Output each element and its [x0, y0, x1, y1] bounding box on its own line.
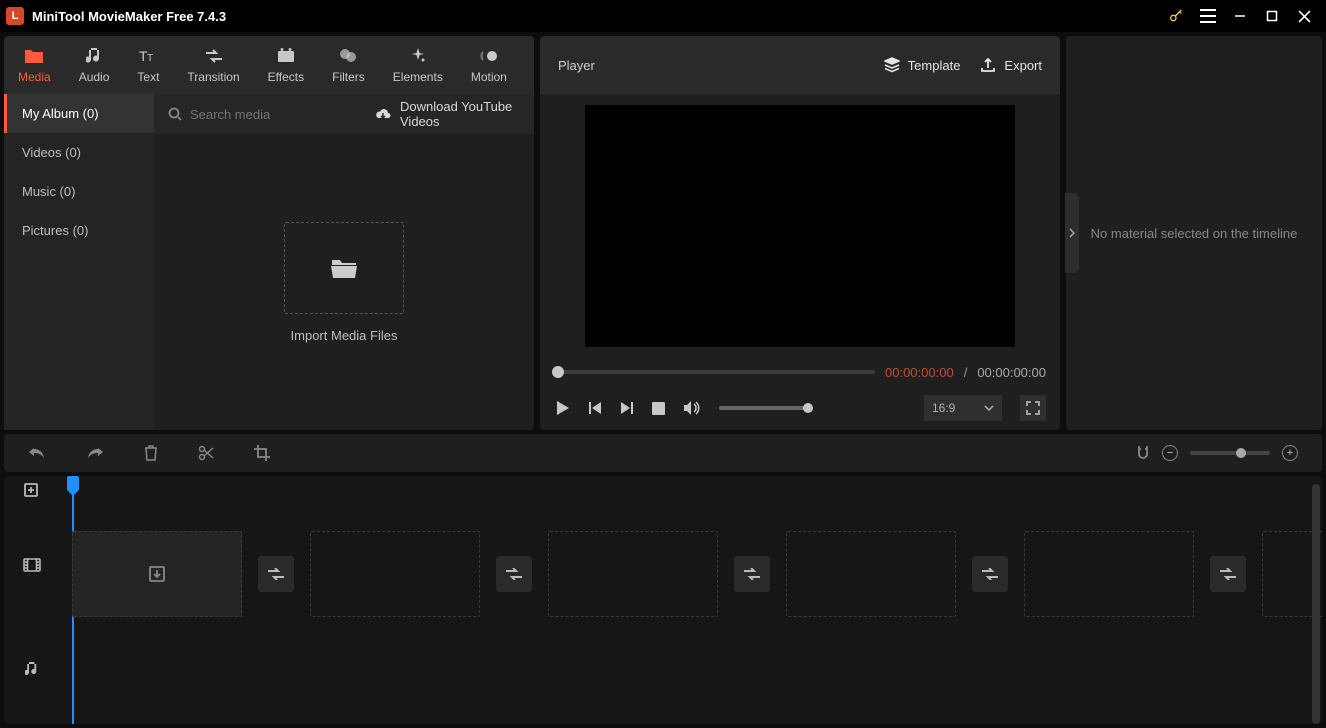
export-icon [980, 57, 996, 73]
player-panel: Player Template Export 00:00:00:00 / 00:… [540, 36, 1060, 430]
timeline-scrollbar[interactable] [1312, 484, 1320, 724]
tab-filters[interactable]: Filters [318, 36, 379, 94]
timeline [4, 476, 1322, 724]
menu-icon[interactable] [1192, 0, 1224, 32]
play-button[interactable] [554, 400, 570, 416]
filters-icon [339, 46, 357, 66]
cat-music[interactable]: Music (0) [4, 172, 154, 211]
transition-slot[interactable] [734, 556, 770, 592]
tab-effects[interactable]: Effects [254, 36, 318, 94]
transition-slot[interactable] [1210, 556, 1246, 592]
timecode-current: 00:00:00:00 [885, 365, 954, 380]
chevron-down-icon [984, 405, 994, 411]
main-tabs: Media Audio TT Text Transition Effects F… [4, 36, 534, 94]
svg-text:T: T [147, 53, 153, 64]
zoom-slider[interactable] [1190, 451, 1270, 455]
template-button[interactable]: Template [884, 57, 961, 73]
transition-slot[interactable] [258, 556, 294, 592]
preview-canvas[interactable] [585, 105, 1015, 347]
titlebar: L MiniTool MovieMaker Free 7.4.3 [0, 0, 1326, 32]
effects-icon [277, 46, 295, 66]
volume-button[interactable] [683, 400, 701, 416]
category-list: My Album (0) Videos (0) Music (0) Pictur… [4, 94, 154, 430]
delete-button[interactable] [144, 445, 158, 461]
fullscreen-button[interactable] [1020, 395, 1046, 421]
cloud-download-icon [374, 107, 392, 121]
zoom-out-button[interactable]: − [1162, 445, 1178, 461]
magnet-button[interactable] [1136, 445, 1150, 461]
video-track-icon [4, 506, 60, 624]
search-input[interactable] [190, 107, 366, 122]
app-title: MiniTool MovieMaker Free 7.4.3 [32, 9, 1160, 24]
motion-icon [480, 46, 498, 66]
app-logo-icon: L [6, 7, 24, 25]
timecode-total: 00:00:00:00 [977, 365, 1046, 380]
transition-icon [205, 46, 223, 66]
volume-slider[interactable] [719, 406, 809, 410]
tab-elements[interactable]: Elements [379, 36, 457, 94]
music-note-icon [86, 46, 102, 66]
cat-videos[interactable]: Videos (0) [4, 133, 154, 172]
tab-motion[interactable]: Motion [457, 36, 521, 94]
close-button[interactable] [1288, 0, 1320, 32]
download-clip-icon [148, 565, 166, 583]
next-frame-button[interactable] [620, 401, 634, 415]
transition-slot[interactable] [496, 556, 532, 592]
export-button[interactable]: Export [980, 57, 1042, 73]
cat-my-album[interactable]: My Album (0) [4, 94, 154, 133]
search-icon [168, 107, 182, 121]
clip-slot[interactable] [548, 531, 718, 617]
clip-slot[interactable] [1024, 531, 1194, 617]
preview-area [540, 94, 1060, 358]
tab-media[interactable]: Media [4, 36, 65, 94]
tab-audio[interactable]: Audio [65, 36, 124, 94]
layers-icon [884, 57, 900, 73]
crop-button[interactable] [254, 445, 270, 461]
properties-panel: No material selected on the timeline [1066, 36, 1322, 430]
tracks-area[interactable] [60, 476, 1322, 724]
sparkle-icon [410, 46, 426, 66]
undo-button[interactable] [28, 446, 46, 460]
player-title: Player [558, 58, 864, 73]
aspect-ratio-select[interactable]: 16:9 [924, 395, 1002, 421]
redo-button[interactable] [86, 446, 104, 460]
clip-slot[interactable] [310, 531, 480, 617]
timeline-toolbar: − + [4, 434, 1322, 472]
media-drop-area: Import Media Files [154, 134, 534, 430]
prev-frame-button[interactable] [588, 401, 602, 415]
transition-slot[interactable] [972, 556, 1008, 592]
zoom-in-button[interactable]: + [1282, 445, 1298, 461]
split-button[interactable] [198, 445, 214, 461]
import-label: Import Media Files [291, 328, 398, 343]
minimize-button[interactable] [1224, 0, 1256, 32]
seek-slider[interactable] [554, 370, 875, 374]
cat-pictures[interactable]: Pictures (0) [4, 211, 154, 250]
clip-slot[interactable] [72, 531, 242, 617]
tab-text[interactable]: TT Text [123, 36, 173, 94]
folder-icon [24, 46, 44, 66]
stop-button[interactable] [652, 402, 665, 415]
folder-open-icon [330, 257, 358, 279]
panel-toggle[interactable] [1065, 193, 1079, 273]
import-media-button[interactable] [284, 222, 404, 314]
text-icon: TT [139, 46, 157, 66]
search-row: Download YouTube Videos [154, 94, 534, 134]
audio-track-icon [4, 624, 60, 714]
video-track[interactable] [72, 530, 1322, 618]
tab-transition[interactable]: Transition [173, 36, 253, 94]
maximize-button[interactable] [1256, 0, 1288, 32]
media-panel: Media Audio TT Text Transition Effects F… [4, 36, 534, 430]
no-selection-message: No material selected on the timeline [1091, 226, 1298, 241]
clip-slot[interactable] [786, 531, 956, 617]
add-track-button[interactable] [4, 476, 60, 506]
activate-key-icon[interactable] [1160, 0, 1192, 32]
download-youtube-button[interactable]: Download YouTube Videos [374, 99, 520, 129]
